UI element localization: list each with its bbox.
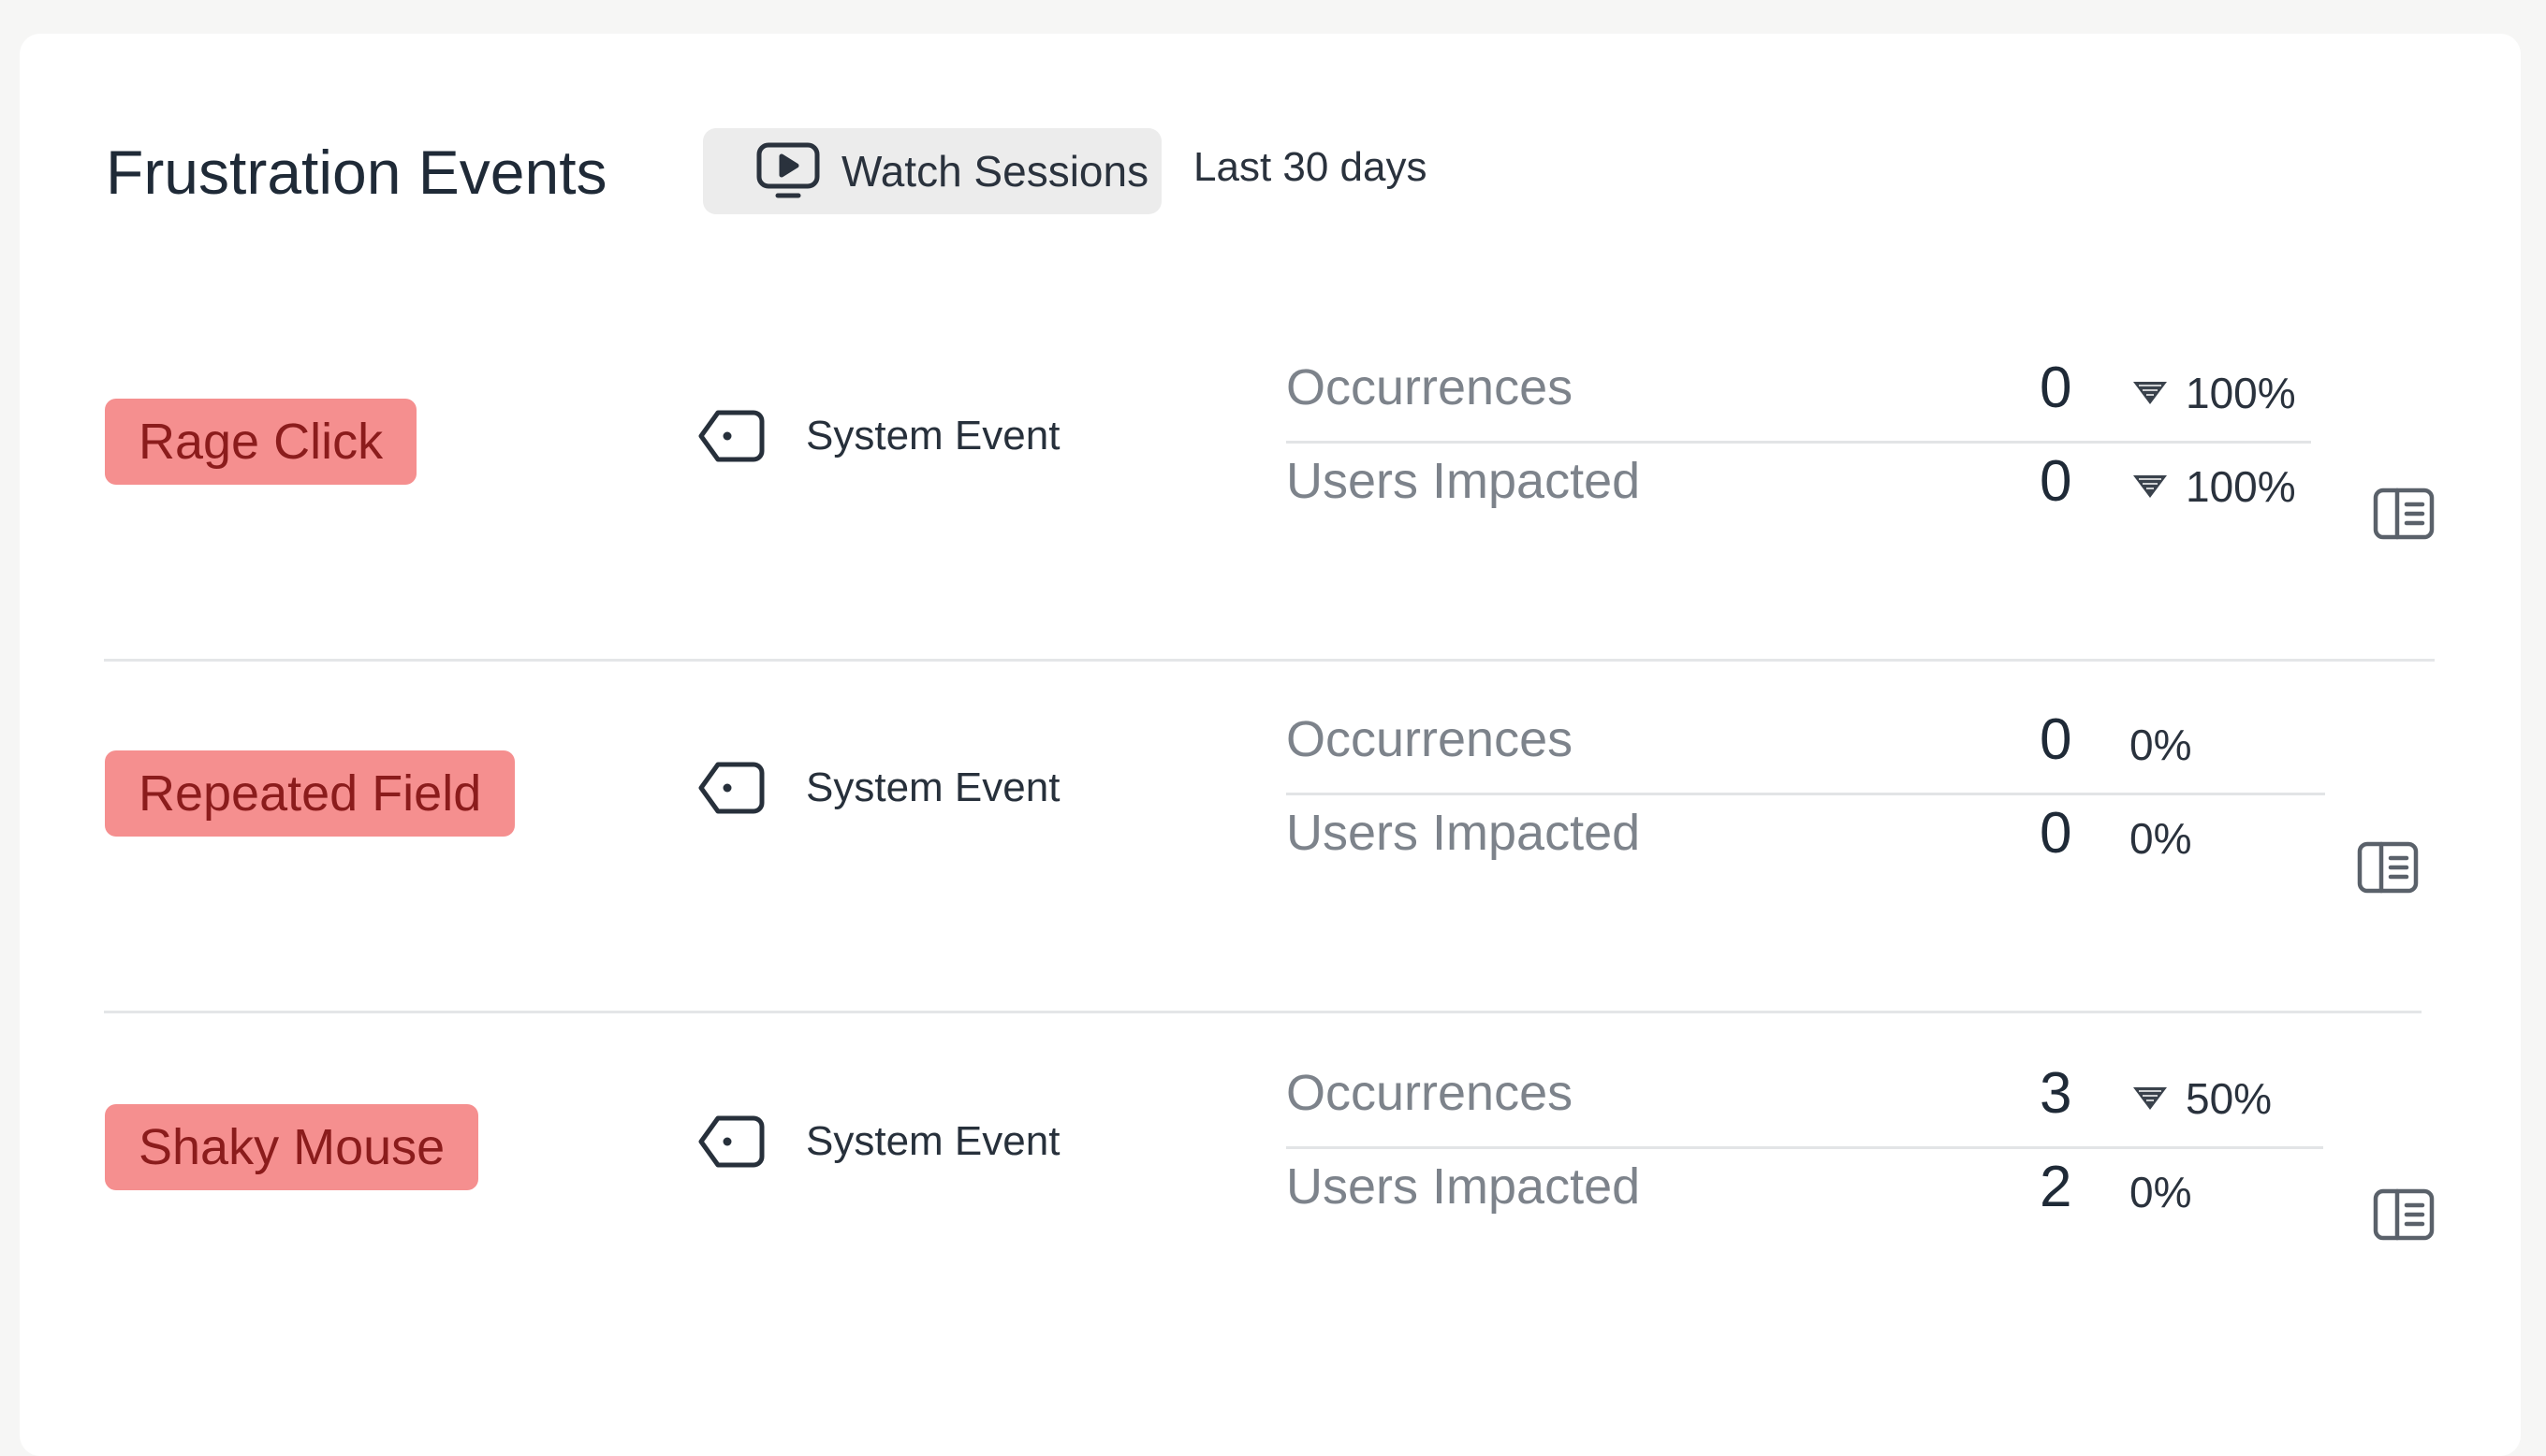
event-metrics: Occurrences 0 100% Users Impacted 0 100% bbox=[1286, 347, 2311, 534]
event-type: System Event bbox=[697, 1114, 1060, 1170]
metric-change-value: 50% bbox=[2186, 1074, 2273, 1123]
users-impacted-metric: Users Impacted 2 0% bbox=[1286, 1146, 2323, 1240]
metric-label: Users Impacted bbox=[1286, 453, 1641, 509]
event-name-tag[interactable]: Repeated Field bbox=[105, 750, 516, 837]
metric-label: Occurrences bbox=[1286, 359, 1573, 415]
metric-label: Users Impacted bbox=[1286, 805, 1641, 861]
event-type-label: System Event bbox=[806, 413, 1061, 459]
event-type: System Event bbox=[697, 760, 1060, 816]
metric-value: 0 bbox=[2040, 801, 2072, 866]
event-row: Shaky Mouse System Event Occurrences 3 5… bbox=[20, 964, 2521, 1316]
date-range[interactable]: Last 30 days bbox=[1193, 144, 1427, 191]
metric-label: Occurrences bbox=[1286, 1065, 1573, 1121]
monitor-play-icon bbox=[756, 142, 820, 198]
event-metrics: Occurrences 0 0% Users Impacted 0 0% bbox=[1286, 699, 2325, 886]
watch-sessions-button[interactable]: Watch Sessions bbox=[703, 128, 1162, 214]
tag-icon bbox=[698, 1115, 765, 1168]
sidebar-panel-icon[interactable] bbox=[2373, 488, 2435, 540]
metric-value: 3 bbox=[2040, 1061, 2072, 1126]
event-type-label: System Event bbox=[806, 764, 1061, 810]
metric-label: Users Impacted bbox=[1286, 1158, 1641, 1215]
metric-change: 0% bbox=[2129, 720, 2191, 770]
tag-icon bbox=[698, 410, 765, 462]
users-impacted-metric: Users Impacted 0 0% bbox=[1286, 793, 2325, 886]
event-metrics: Occurrences 3 50% Users Impacted 2 0% bbox=[1286, 1053, 2323, 1240]
event-type: System Event bbox=[697, 408, 1060, 464]
event-name-tag[interactable]: Rage Click bbox=[105, 399, 417, 485]
metric-change-value: 100% bbox=[2186, 462, 2296, 511]
sidebar-panel-icon[interactable] bbox=[2357, 841, 2419, 894]
metric-change-value: 100% bbox=[2186, 369, 2296, 417]
metric-change: 100% bbox=[2131, 368, 2296, 418]
triangle-down-icon bbox=[2133, 1087, 2167, 1110]
tag-icon bbox=[698, 762, 765, 814]
event-name-tag[interactable]: Shaky Mouse bbox=[105, 1104, 479, 1190]
metric-label: Occurrences bbox=[1286, 711, 1573, 767]
metric-value: 2 bbox=[2040, 1155, 2072, 1219]
triangle-down-icon bbox=[2133, 475, 2167, 498]
watch-sessions-label: Watch Sessions bbox=[841, 147, 1149, 196]
event-row: Rage Click System Event Occurrences 0 10… bbox=[20, 258, 2521, 610]
metric-value: 0 bbox=[2040, 707, 2072, 772]
metric-change: 100% bbox=[2131, 461, 2296, 512]
occurrences-metric: Occurrences 0 100% bbox=[1286, 347, 2311, 444]
event-row: Repeated Field System Event Occurrences … bbox=[20, 610, 2521, 962]
metric-change: 0% bbox=[2129, 1167, 2191, 1217]
occurrences-metric: Occurrences 0 0% bbox=[1286, 699, 2325, 795]
sidebar-panel-icon[interactable] bbox=[2373, 1188, 2435, 1241]
card-header: Frustration Events Watch Sessions Last 3… bbox=[20, 34, 2521, 258]
triangle-down-icon bbox=[2133, 382, 2167, 404]
metric-change: 0% bbox=[2129, 813, 2191, 864]
frustration-events-card: Frustration Events Watch Sessions Last 3… bbox=[20, 34, 2521, 1456]
users-impacted-metric: Users Impacted 0 100% bbox=[1286, 441, 2311, 534]
metric-change-value: 0% bbox=[2129, 814, 2192, 863]
event-type-label: System Event bbox=[806, 1118, 1061, 1164]
page-title: Frustration Events bbox=[106, 138, 607, 207]
metric-value: 0 bbox=[2040, 356, 2072, 420]
metric-change-value: 0% bbox=[2129, 721, 2192, 769]
metric-change: 50% bbox=[2131, 1073, 2272, 1124]
metric-change-value: 0% bbox=[2129, 1168, 2192, 1216]
occurrences-metric: Occurrences 3 50% bbox=[1286, 1053, 2323, 1149]
metric-value: 0 bbox=[2040, 449, 2072, 514]
